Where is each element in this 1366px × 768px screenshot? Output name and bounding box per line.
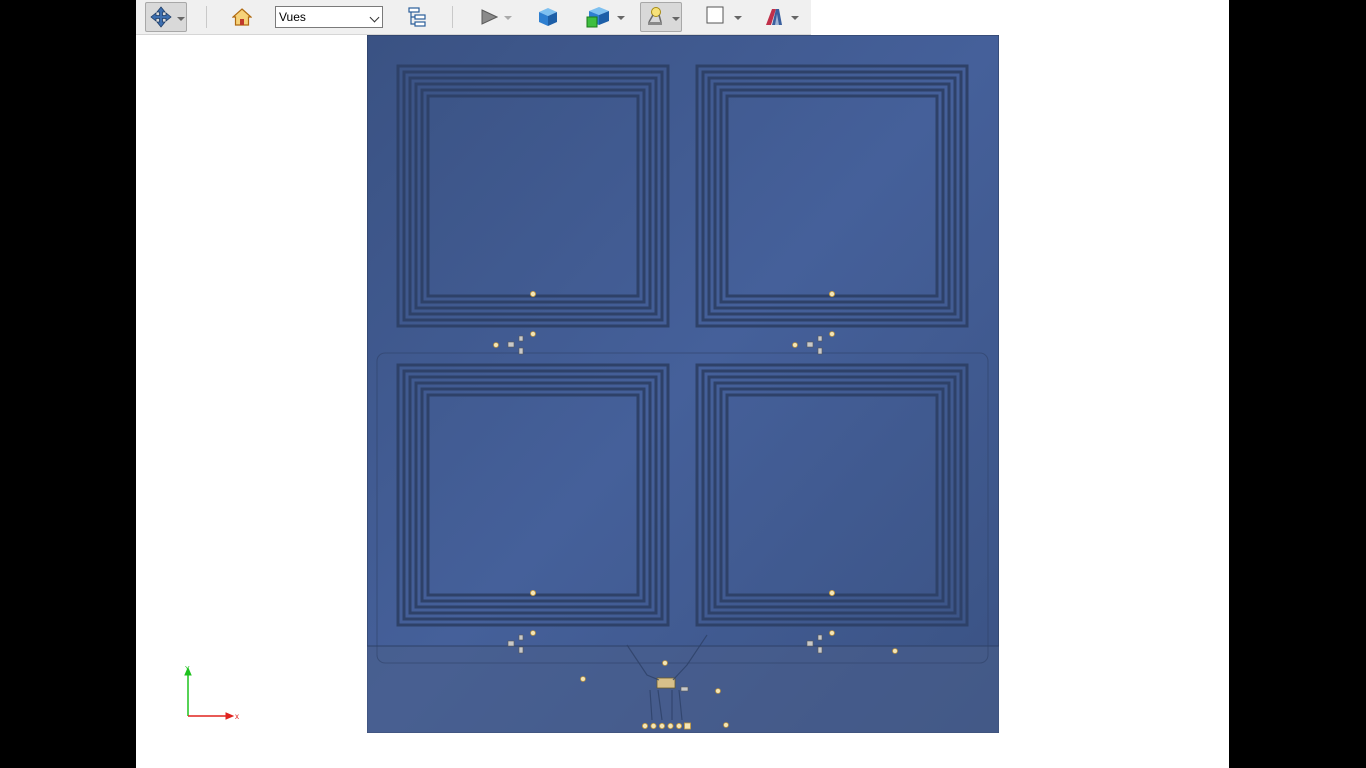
3d-viewport[interactable]: Vues Y x (136, 0, 1229, 768)
axis-triad: Y x (180, 664, 244, 724)
smd-component (817, 335, 823, 342)
coil-pad (828, 590, 835, 597)
smd-component (518, 634, 524, 641)
lamp-icon (644, 6, 666, 28)
lighting-button[interactable] (640, 2, 682, 32)
via-pad (493, 342, 499, 348)
ic-chip (656, 677, 676, 689)
pcb-model[interactable] (366, 34, 1000, 734)
via-pad (715, 688, 721, 694)
chevron-down-icon (791, 16, 799, 20)
via-pad (530, 630, 536, 636)
background-button[interactable] (702, 2, 744, 32)
play-animation-button[interactable] (478, 2, 512, 32)
via-pad (829, 630, 835, 636)
smd-component (806, 640, 814, 647)
home-view-button[interactable] (230, 2, 254, 32)
green-cube-icon (585, 5, 611, 29)
chevron-down-icon (504, 16, 512, 20)
smd-component (817, 634, 823, 641)
smd-component (518, 335, 524, 342)
view-selector[interactable]: Vues (275, 6, 383, 28)
square-icon (706, 6, 724, 24)
tree-icon (407, 6, 429, 28)
axis-x-label: x (235, 712, 239, 721)
smd-component (518, 347, 524, 355)
display-mode-button[interactable] (583, 2, 627, 32)
coil-pad (529, 590, 536, 597)
via-pad (892, 648, 898, 654)
chevron-down-icon (369, 12, 380, 23)
chevron-down-icon (672, 17, 680, 21)
via-pad (792, 342, 798, 348)
chevron-down-icon (617, 16, 625, 20)
chevron-down-icon (177, 17, 185, 21)
view-selector-value: Vues (279, 10, 306, 24)
smd-component (817, 646, 823, 654)
coil-pad (529, 290, 536, 297)
connector-pin (667, 723, 674, 730)
via-pad (580, 676, 586, 682)
play-icon (480, 9, 498, 25)
material-icon (763, 6, 785, 28)
smd-component (806, 341, 814, 348)
smd-component (507, 341, 515, 348)
smd-component (680, 686, 689, 692)
view-cube-button[interactable] (536, 2, 560, 32)
tree-view-button[interactable] (406, 2, 430, 32)
smd-component (518, 646, 524, 654)
material-button[interactable] (761, 2, 801, 32)
move-cross-icon (148, 6, 174, 28)
cube-icon (537, 6, 559, 28)
navigation-style-button[interactable] (145, 2, 187, 32)
connector-pin (684, 722, 691, 730)
connector-pin (641, 723, 648, 730)
via-pad (723, 722, 729, 728)
connector-pin (650, 723, 657, 730)
via-pad (530, 331, 536, 337)
connector-pin (658, 723, 665, 730)
coil-pad (828, 290, 835, 297)
toolbar-separator (452, 6, 453, 28)
via-pad (829, 331, 835, 337)
smd-component (817, 347, 823, 355)
home-icon (232, 8, 252, 26)
smd-component (507, 640, 515, 647)
via-pad (662, 660, 668, 666)
chevron-down-icon (734, 16, 742, 20)
connector-pin (675, 723, 682, 730)
axis-y-label: Y (185, 666, 190, 673)
toolbar: Vues (136, 0, 811, 35)
toolbar-separator (206, 6, 207, 28)
